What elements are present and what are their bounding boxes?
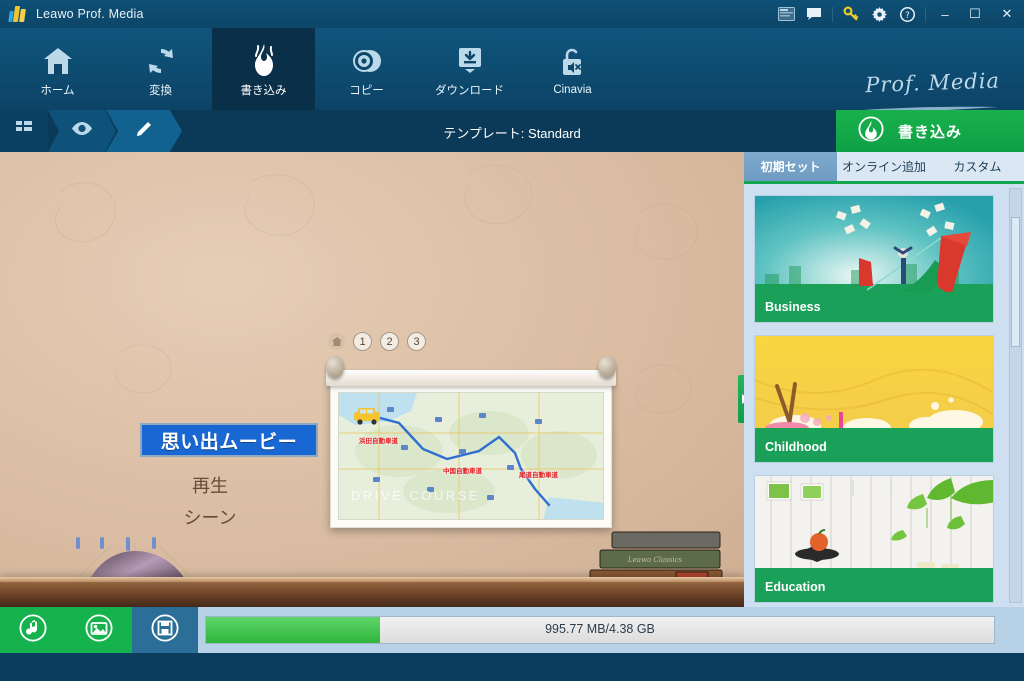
music-note-icon: [19, 613, 47, 647]
burn-button[interactable]: 書き込み: [836, 110, 1024, 152]
template-card-education[interactable]: Education: [754, 475, 994, 603]
tab-custom[interactable]: カスタム: [931, 152, 1024, 181]
close-button[interactable]: ✕: [990, 0, 1024, 28]
capacity-text: 995.77 MB/4.38 GB: [545, 622, 655, 636]
map-watermark: DRIVE COURSE: [351, 488, 480, 503]
page-navigation[interactable]: 1 2 3: [328, 332, 426, 351]
unlock-mute-icon: [558, 43, 588, 79]
nav-label: コピー: [349, 84, 384, 97]
tab-online-add[interactable]: オンライン追加: [837, 152, 930, 181]
leawo-logo-icon: [8, 6, 27, 22]
nav-item-cinavia[interactable]: Cinavia: [521, 28, 624, 110]
home-icon: [41, 41, 75, 77]
page-button-2[interactable]: 2: [380, 332, 399, 351]
movie-title-text: 思い出ムービー: [160, 430, 298, 453]
window-footer: [0, 653, 1024, 681]
map-knob-right: [598, 356, 616, 378]
flame-circle-icon: [858, 115, 884, 147]
gear-icon[interactable]: [865, 0, 893, 28]
map-label-0: 浜田自動車道: [359, 438, 398, 445]
nav-item-burn[interactable]: 書き込み: [212, 28, 315, 110]
minimize-button[interactable]: –: [930, 0, 960, 28]
drive-course-map[interactable]: 浜田自動車道 中国自動車道 尾道自動車道 DRIVE COURSE: [326, 356, 616, 530]
bottom-toolbar: 995.77 MB/4.38 GB: [0, 607, 1024, 653]
map-knob-left: [326, 356, 344, 378]
template-scrollbar[interactable]: [1009, 188, 1022, 603]
home-icon[interactable]: [328, 333, 345, 350]
map-image: 浜田自動車道 中国自動車道 尾道自動車道 DRIVE COURSE: [338, 392, 604, 520]
disc-icon: [350, 41, 384, 77]
nav-item-home[interactable]: ホーム: [6, 28, 109, 110]
screen-icon[interactable]: [772, 0, 800, 28]
template-card-label: Education: [755, 572, 993, 602]
template-card-childhood[interactable]: Childhood: [754, 335, 994, 463]
nav-label: 書き込み: [240, 84, 287, 97]
maximize-button[interactable]: ☐: [960, 0, 990, 28]
sub-toolbar: テンプレート: Standard 書き込み: [0, 110, 1024, 152]
convert-icon: [145, 41, 177, 77]
tab-default-set[interactable]: 初期セット: [744, 152, 838, 181]
map-roller-bar: [326, 370, 616, 386]
template-card-label: Business: [755, 292, 993, 322]
main-navigation: ホーム 変換 書き込み コピー ダウンロード Cinavia Prof. Med…: [0, 28, 1024, 118]
car-icon: [354, 408, 380, 425]
nav-label: 変換: [149, 84, 172, 97]
page-button-1[interactable]: 1: [353, 332, 372, 351]
template-card-label: Childhood: [755, 432, 993, 462]
scrollbar-thumb[interactable]: [1011, 217, 1020, 347]
page-button-3[interactable]: 3: [407, 332, 426, 351]
key-icon[interactable]: [837, 0, 865, 28]
nav-label: Cinavia: [553, 83, 592, 96]
map-label-1: 中国自動車道: [443, 468, 482, 475]
divider: [832, 6, 833, 22]
burn-button-label: 書き込み: [898, 123, 963, 141]
window-controls: ? – ☐ ✕: [772, 0, 1024, 28]
template-card-business[interactable]: Business: [754, 195, 994, 323]
template-panel: 初期セット オンライン追加 カスタム Business Childhood Ed…: [744, 152, 1024, 607]
nav-label: ダウンロード: [435, 84, 504, 97]
nav-item-download[interactable]: ダウンロード: [418, 28, 521, 110]
divider: [925, 6, 926, 22]
image-icon: [85, 613, 113, 647]
download-icon: [454, 41, 486, 77]
audio-button[interactable]: [0, 607, 66, 653]
flame-icon: [249, 41, 279, 77]
window-title: Leawo Prof. Media: [36, 7, 144, 21]
help-icon[interactable]: ?: [893, 0, 921, 28]
map-label-2: 尾道自動車道: [519, 472, 558, 479]
application-window: Leawo Prof. Media ? – ☐ ✕ ホーム 変換 書き込み コピ…: [0, 0, 1024, 681]
svg-text:Leawo Classics: Leawo Classics: [627, 556, 683, 564]
movie-title[interactable]: 思い出ムービー: [140, 423, 318, 457]
title-bar: Leawo Prof. Media ? – ☐ ✕: [0, 0, 1024, 28]
wood-shelf: [0, 577, 744, 607]
capacity-bar: 995.77 MB/4.38 GB: [205, 616, 995, 644]
svg-text:?: ?: [905, 9, 909, 19]
preview-stage[interactable]: 1 2 3 思い出ムービー 再生 シーン 浜田自動車道 中国自動車道 尾道自動車…: [0, 152, 744, 607]
nav-label: ホーム: [40, 84, 75, 97]
chat-icon[interactable]: [800, 0, 828, 28]
disc-save-icon: [151, 613, 179, 647]
template-list: Business Childhood Education: [744, 187, 1010, 607]
disc-save-button[interactable]: [132, 607, 198, 653]
nav-item-convert[interactable]: 変換: [109, 28, 212, 110]
template-tabs: 初期セット オンライン追加 カスタム: [744, 152, 1024, 184]
brand-text: Prof. Media: [864, 68, 1001, 98]
image-button[interactable]: [66, 607, 132, 653]
nav-item-copy[interactable]: コピー: [315, 28, 418, 110]
